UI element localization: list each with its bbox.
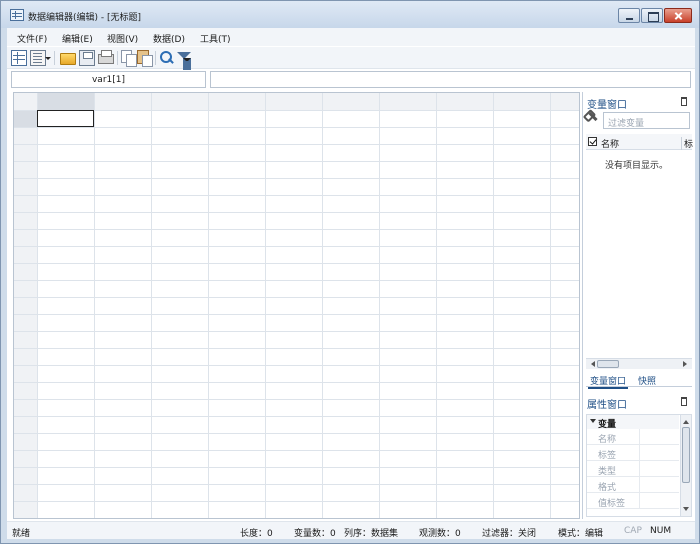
toolbar-separator <box>117 51 118 65</box>
select-all-checkbox[interactable] <box>588 137 597 146</box>
menu-view[interactable]: 视图(V) <box>107 32 138 45</box>
status-ready: 就绪 <box>12 529 31 539</box>
pin-icon[interactable] <box>681 397 687 406</box>
property-name: 标签 <box>598 451 617 461</box>
variable-list-hscrollbar[interactable] <box>586 358 692 369</box>
client-area: 文件(F) 编辑(E) 视图(V) 数据(D) 工具(T) var1[1] 变量… <box>7 28 695 539</box>
status-mode: 模式：编辑 <box>558 529 604 539</box>
data-grid-lines <box>14 93 579 518</box>
property-name: 格式 <box>598 483 617 493</box>
status-order: 列序：数据集 <box>344 529 399 539</box>
grid-view-icon[interactable] <box>11 50 27 66</box>
minimize-button[interactable] <box>618 8 640 23</box>
toolbar <box>7 47 695 70</box>
cell-reference-box[interactable]: var1[1] <box>11 71 206 88</box>
maximize-button[interactable] <box>641 8 663 23</box>
variable-list-header: 名称 标 <box>586 134 693 150</box>
cell-value-box[interactable] <box>210 71 691 88</box>
toolbar-separator <box>155 51 156 65</box>
scroll-up-icon[interactable] <box>683 417 689 424</box>
copy-icon[interactable] <box>121 50 137 67</box>
find-icon[interactable] <box>159 50 175 66</box>
menu-tools[interactable]: 工具(T) <box>200 32 231 45</box>
property-group-variable[interactable]: 变量 <box>587 415 679 430</box>
collapse-icon[interactable] <box>590 419 596 426</box>
tab-variable-window[interactable]: 变量窗口 <box>588 374 629 389</box>
side-panel-tabs: 变量窗口 快照 <box>586 372 692 389</box>
status-obs-count: 观测数：0 <box>419 529 461 539</box>
variable-filter-row: 过滤变量 <box>586 111 690 129</box>
scroll-thumb[interactable] <box>597 360 619 368</box>
property-row[interactable]: 类型 <box>587 461 679 477</box>
variable-view-icon[interactable] <box>30 50 51 66</box>
scroll-right-icon[interactable] <box>683 361 690 367</box>
wrench-icon[interactable] <box>588 111 598 122</box>
side-panel: 变量窗口 过滤变量 名称 标 没有项目显示。 变量窗口 快照 属性窗口 变量 名… <box>582 92 693 519</box>
app-grid-icon <box>10 9 24 21</box>
print-icon[interactable] <box>98 50 114 64</box>
property-name: 名称 <box>598 435 617 445</box>
property-row[interactable]: 值标签 <box>587 493 679 509</box>
property-row[interactable]: 名称 <box>587 429 679 445</box>
column-name[interactable]: 名称 <box>601 137 619 150</box>
tab-snapshot[interactable]: 快照 <box>636 374 658 387</box>
title-bar[interactable]: 数据编辑器(编辑) - [无标题] <box>1 1 699 28</box>
scroll-left-icon[interactable] <box>588 361 595 367</box>
toolbar-separator <box>54 51 55 65</box>
scroll-thumb[interactable] <box>682 427 690 483</box>
menu-edit[interactable]: 编辑(E) <box>62 32 93 45</box>
active-cell[interactable] <box>37 110 94 127</box>
open-folder-icon[interactable] <box>60 53 76 65</box>
property-name: 值标签 <box>598 499 626 509</box>
menu-file[interactable]: 文件(F) <box>17 32 47 45</box>
property-name: 类型 <box>598 467 617 477</box>
status-bar: 就绪 长度：0 变量数：0 列序：数据集 观测数：0 过滤器：关闭 模式：编辑 … <box>7 521 695 539</box>
property-row[interactable]: 格式 <box>587 477 679 493</box>
data-grid[interactable] <box>13 92 580 519</box>
pin-icon[interactable] <box>681 97 687 106</box>
property-vscrollbar[interactable] <box>680 415 691 516</box>
variable-window-title: 变量窗口 <box>587 100 627 111</box>
status-num: NUM <box>650 526 672 536</box>
property-row[interactable]: 标签 <box>587 445 679 461</box>
menu-bar: 文件(F) 编辑(E) 视图(V) 数据(D) 工具(T) <box>7 28 695 46</box>
column-label[interactable]: 标 <box>681 137 693 150</box>
status-cap: CAP <box>624 526 642 536</box>
filter-icon[interactable] <box>176 50 192 70</box>
status-var-count: 变量数：0 <box>294 529 336 539</box>
close-button[interactable] <box>664 8 692 23</box>
paste-icon[interactable] <box>137 50 153 67</box>
property-grid: 变量 名称 标签 类型 格式 值标签 <box>586 414 692 517</box>
scroll-down-icon[interactable] <box>683 507 689 514</box>
save-icon[interactable] <box>79 50 95 66</box>
menu-data[interactable]: 数据(D) <box>153 32 185 45</box>
status-length: 长度：0 <box>240 529 273 539</box>
variable-filter-input[interactable]: 过滤变量 <box>603 112 690 129</box>
empty-list-message: 没有项目显示。 <box>605 161 669 171</box>
window-title: 数据编辑器(编辑) - [无标题] <box>28 13 142 23</box>
status-filter: 过滤器：关闭 <box>482 529 537 539</box>
editor-window: 数据编辑器(编辑) - [无标题] 文件(F) 编辑(E) 视图(V) 数据(D… <box>0 0 700 544</box>
property-window-title: 属性窗口 <box>587 400 627 411</box>
